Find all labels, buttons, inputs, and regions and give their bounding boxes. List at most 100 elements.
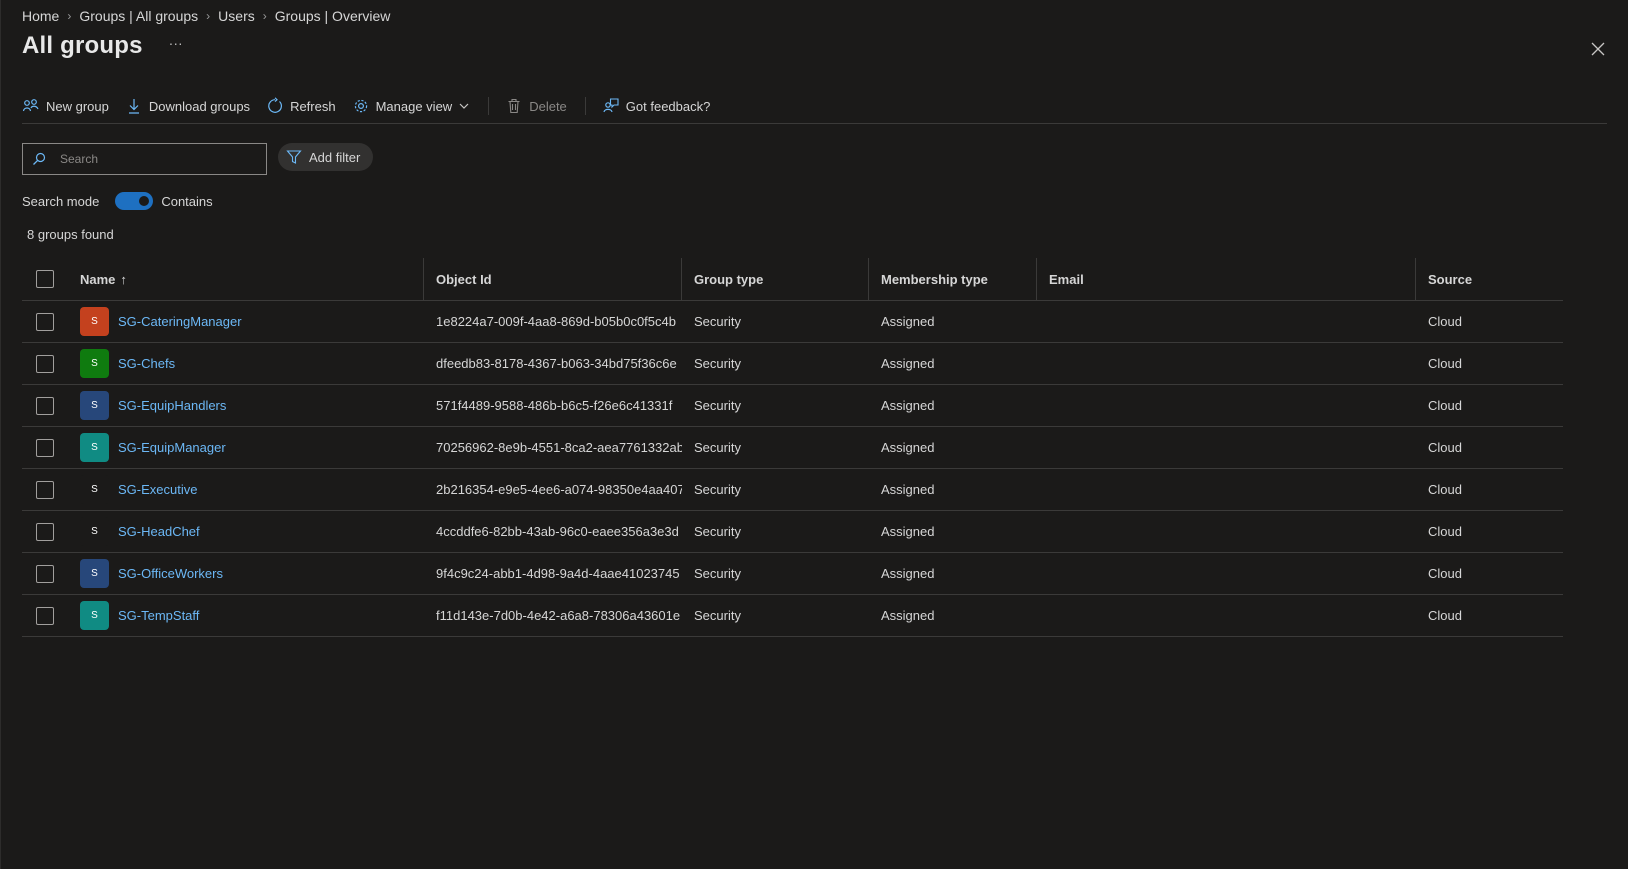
column-header-email[interactable]: Email <box>1036 258 1416 300</box>
email-cell <box>1036 469 1416 510</box>
group-type-cell: Security <box>694 440 741 455</box>
membership-type-cell: Assigned <box>881 608 935 623</box>
table-row[interactable]: S SG-EquipManager 70256962-8e9b-4551-8ca2-… <box>22 427 1563 469</box>
manage-view-button[interactable]: Manage view <box>352 92 471 120</box>
source-cell: Cloud <box>1428 356 1462 371</box>
search-mode-row: Search mode Contains <box>22 192 213 210</box>
group-name-link[interactable]: SG-EquipManager <box>118 440 226 455</box>
download-groups-button[interactable]: Download groups <box>125 92 250 120</box>
group-avatar: S <box>80 307 109 336</box>
filter-icon <box>286 149 302 165</box>
name-cell: S SG-EquipManager <box>72 427 424 468</box>
membership-type-cell: Assigned <box>881 440 935 455</box>
table-row[interactable]: S SG-OfficeWorkers 9f4c9c24-abb1-4d98-9a4d… <box>22 553 1563 595</box>
row-select-cell <box>22 301 72 342</box>
group-avatar: S <box>80 433 109 462</box>
group-type-cell: Security <box>694 314 741 329</box>
column-header-source[interactable]: Source <box>1416 258 1563 300</box>
column-membership-type-label: Membership type <box>881 271 988 287</box>
row-select-cell <box>22 553 72 594</box>
table-row[interactable]: S SG-Chefs dfeedb83-8178-4367-b063-34bd75f… <box>22 343 1563 385</box>
breadcrumb-groups-all-groups[interactable]: Groups | All groups <box>79 8 198 24</box>
row-select-cell <box>22 595 72 636</box>
row-select-cell <box>22 343 72 384</box>
name-cell: S SG-HeadChef <box>72 511 424 552</box>
table-row[interactable]: S SG-EquipHandlers 571f4489-9588-486b-b6c5… <box>22 385 1563 427</box>
group-type-cell: Security <box>694 524 741 539</box>
row-checkbox[interactable] <box>36 354 54 373</box>
source-cell: Cloud <box>1428 566 1462 581</box>
column-email-label: Email <box>1049 271 1084 287</box>
select-all-checkbox[interactable] <box>36 270 54 288</box>
search-mode-toggle[interactable] <box>115 192 154 210</box>
group-name-link[interactable]: SG-Executive <box>118 482 197 497</box>
more-options-button[interactable]: ··· <box>169 36 183 56</box>
table-row[interactable]: S SG-HeadChef 4ccddfe6-82bb-43ab-96c0-eaee… <box>22 511 1563 553</box>
name-cell: S SG-OfficeWorkers <box>72 553 424 594</box>
toolbar-divider <box>488 97 490 115</box>
gear-icon <box>352 97 370 115</box>
toggle-knob <box>139 196 150 206</box>
column-header-object-id[interactable]: Object Id <box>424 258 682 300</box>
row-checkbox[interactable] <box>36 564 54 583</box>
table-row[interactable]: S SG-CateringManager 1e8224a7-009f-4aa8-86… <box>22 301 1563 343</box>
group-name-link[interactable]: SG-OfficeWorkers <box>118 566 223 581</box>
group-name-link[interactable]: SG-TempStaff <box>118 608 199 623</box>
refresh-button[interactable]: Refresh <box>266 92 336 120</box>
source-cell: Cloud <box>1428 398 1462 413</box>
download-groups-label: Download groups <box>148 98 251 114</box>
refresh-icon <box>266 97 284 115</box>
feedback-label: Got feedback? <box>625 98 711 114</box>
row-checkbox[interactable] <box>36 522 54 541</box>
email-cell <box>1036 511 1416 552</box>
row-checkbox[interactable] <box>36 438 54 457</box>
source-cell: Cloud <box>1428 440 1462 455</box>
membership-type-cell: Assigned <box>881 356 935 371</box>
row-select-cell <box>22 385 72 426</box>
new-group-label: New group <box>46 98 109 114</box>
breadcrumb-groups-overview[interactable]: Groups | Overview <box>275 8 391 24</box>
table-row[interactable]: S SG-TempStaff f11d143e-7d0b-4e42-a6a8-783… <box>22 595 1563 637</box>
add-filter-button[interactable]: Add filter <box>278 143 374 171</box>
column-header-membership-type[interactable]: Membership type <box>869 258 1036 300</box>
row-checkbox[interactable] <box>36 396 54 415</box>
group-name-link[interactable]: SG-CateringManager <box>118 314 242 329</box>
delete-button[interactable]: Delete <box>505 92 567 120</box>
search-input[interactable] <box>58 151 242 167</box>
group-name-link[interactable]: SG-EquipHandlers <box>118 398 226 413</box>
object-id-cell: 2b216354-e9e5-4ee6-a074-98350e4aa407 <box>436 482 682 497</box>
table-row[interactable]: S SG-Executive 2b216354-e9e5-4ee6-a074-983… <box>22 469 1563 511</box>
row-select-cell <box>22 511 72 552</box>
breadcrumb-separator: › <box>262 9 267 23</box>
column-object-id-label: Object Id <box>436 271 492 287</box>
search-icon <box>32 152 46 166</box>
object-id-cell: f11d143e-7d0b-4e42-a6a8-78306a43601e <box>436 608 681 623</box>
column-name-label: Name <box>80 271 116 287</box>
command-bar: New group Download groups Refresh Manage… <box>22 90 1607 124</box>
group-name-link[interactable]: SG-Chefs <box>118 356 175 371</box>
row-checkbox[interactable] <box>36 312 54 331</box>
group-avatar: S <box>80 559 109 588</box>
sort-ascending-icon: ↑ <box>120 271 127 287</box>
object-id-cell: 1e8224a7-009f-4aa8-869d-b05b0c0f5c4b <box>436 314 676 329</box>
group-avatar: S <box>80 475 109 504</box>
column-header-name[interactable]: Name ↑ <box>72 258 424 300</box>
new-group-button[interactable]: New group <box>22 92 109 120</box>
search-mode-value: Contains <box>161 193 213 209</box>
breadcrumb-home[interactable]: Home <box>22 8 59 24</box>
close-button[interactable] <box>1589 40 1607 58</box>
name-cell: S SG-TempStaff <box>72 595 424 636</box>
group-name-link[interactable]: SG-HeadChef <box>118 524 200 539</box>
page-title: All groups <box>22 32 143 59</box>
row-checkbox[interactable] <box>36 480 54 499</box>
feedback-button[interactable]: Got feedback? <box>602 92 711 120</box>
email-cell <box>1036 553 1416 594</box>
name-cell: S SG-EquipHandlers <box>72 385 424 426</box>
row-checkbox[interactable] <box>36 606 54 625</box>
breadcrumb-users[interactable]: Users <box>218 8 255 24</box>
column-header-group-type[interactable]: Group type <box>682 258 869 300</box>
row-select-cell <box>22 427 72 468</box>
toolbar-divider <box>584 97 586 115</box>
feedback-icon <box>602 97 620 115</box>
name-cell: S SG-Chefs <box>72 343 424 384</box>
